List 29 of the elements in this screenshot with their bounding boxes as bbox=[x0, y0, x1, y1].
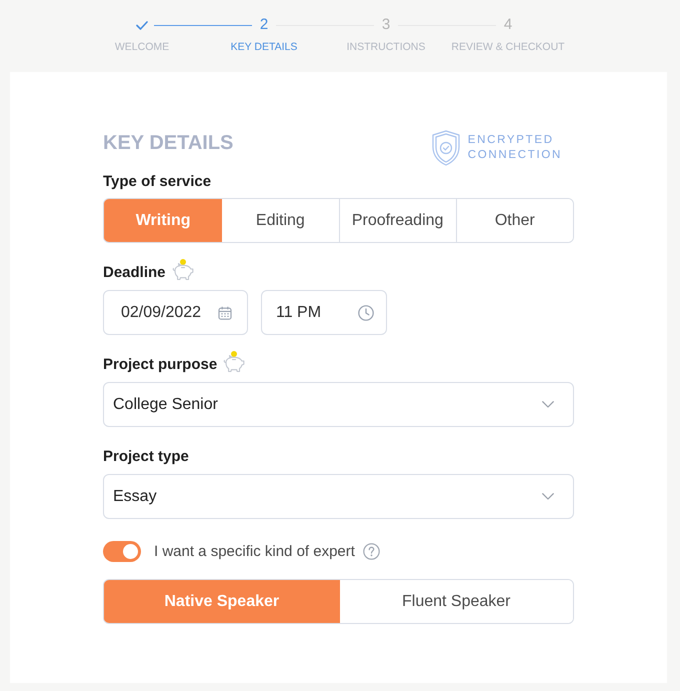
step-label: WELCOME bbox=[114, 41, 170, 53]
field-label: Type of service bbox=[103, 172, 212, 190]
field-label: Project purpose bbox=[103, 356, 218, 372]
field-label: Deadline bbox=[103, 264, 166, 280]
field-label: Project type bbox=[103, 448, 189, 464]
help-icon[interactable] bbox=[362, 543, 380, 560]
time-field[interactable]: 11 PM bbox=[261, 290, 387, 335]
chevron-down-icon bbox=[542, 401, 554, 408]
date-field[interactable]: 02/09/2022 bbox=[103, 290, 248, 335]
purpose-dropdown[interactable]: College Senior bbox=[103, 382, 574, 427]
step-number: 4 bbox=[504, 16, 512, 34]
step-number: 3 bbox=[382, 16, 390, 34]
section-title: KEY DETAILS bbox=[103, 131, 234, 156]
toggle-label: I want a specific kind of expert bbox=[154, 543, 355, 560]
encryption-badge-text: ENCRYPTED CONNECTION bbox=[468, 132, 562, 162]
toggle-switch[interactable] bbox=[103, 541, 141, 562]
calendar-icon bbox=[218, 306, 232, 320]
service-type-option[interactable]: Other bbox=[456, 199, 573, 242]
piggy-bank-icon bbox=[222, 350, 246, 372]
step-label: INSTRUCTIONS bbox=[346, 41, 426, 53]
project-type-dropdown[interactable]: Essay bbox=[103, 474, 574, 519]
step-number: 2 bbox=[260, 16, 268, 34]
step-label: KEY DETAILS bbox=[230, 41, 298, 53]
speaker-type-option[interactable]: Fluent Speaker bbox=[338, 580, 573, 623]
chevron-down-icon bbox=[542, 493, 554, 500]
step-label: REVIEW & CHECKOUT bbox=[451, 41, 565, 53]
shield-check-icon bbox=[432, 130, 460, 166]
piggy-bank-icon bbox=[170, 258, 195, 280]
clock-icon bbox=[358, 304, 374, 320]
